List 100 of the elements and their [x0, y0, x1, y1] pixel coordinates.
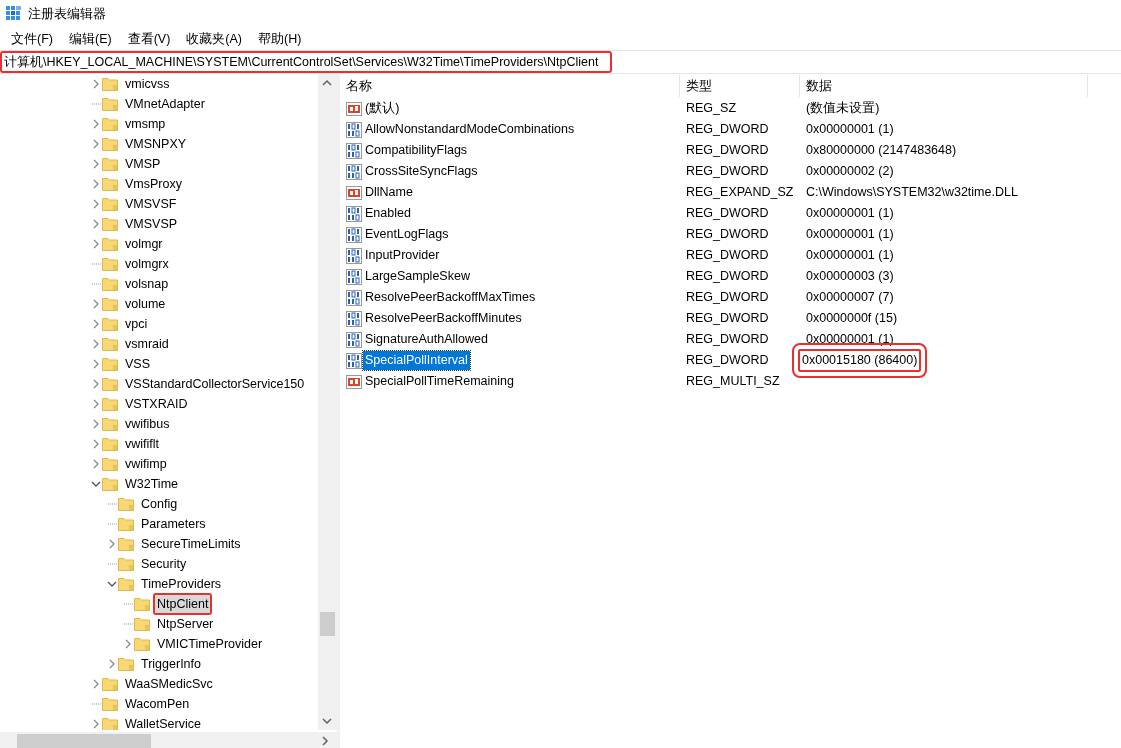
value-data: C:\Windows\SYSTEM32\w32time.DLL	[806, 185, 1018, 200]
value-name[interactable]: SignatureAuthAllowed	[363, 330, 490, 349]
tree-item[interactable]: VMICTimeProvider	[155, 634, 265, 654]
tree-item[interactable]: VMSVSP	[123, 214, 180, 234]
tree-item[interactable]: SecureTimeLimits	[139, 534, 243, 554]
tree-item[interactable]: volmgrx	[123, 254, 171, 274]
value-data: 0x00000007 (7)	[806, 290, 894, 305]
value-type: REG_DWORD	[686, 122, 769, 137]
value-type: REG_DWORD	[686, 143, 769, 158]
menu-item[interactable]: 查看(V)	[122, 29, 176, 49]
value-data: 0x00000003 (3)	[806, 269, 894, 284]
scroll-thumb[interactable]	[17, 734, 151, 748]
menu-item[interactable]: 文件(F)	[6, 29, 58, 49]
column-header[interactable]: 类型	[680, 75, 800, 97]
value-name[interactable]: (默认)	[363, 99, 402, 118]
value-name[interactable]: SpecialPollTimeRemaining	[363, 372, 516, 391]
value-type: REG_DWORD	[686, 290, 769, 305]
value-name[interactable]: LargeSampleSkew	[363, 267, 472, 286]
value-name[interactable]: SpecialPollInterval	[363, 351, 470, 370]
folder-icon	[102, 337, 118, 351]
tree-item[interactable]: TimeProviders	[139, 574, 224, 594]
value-data: 0x00015180 (86400)	[802, 352, 918, 370]
tree-item[interactable]: VSStandardCollectorService150	[123, 374, 307, 394]
value-name[interactable]: DllName	[363, 183, 415, 202]
tree-item[interactable]: VMSNPXY	[123, 134, 189, 154]
tree-item[interactable]: vpci	[123, 314, 150, 334]
folder-icon	[102, 317, 118, 331]
tree-item[interactable]: TriggerInfo	[139, 654, 203, 674]
tree-item[interactable]: vsmraid	[123, 334, 171, 354]
value-name[interactable]: CrossSiteSyncFlags	[363, 162, 480, 181]
folder-icon	[134, 617, 150, 631]
scroll-right-icon[interactable]	[320, 736, 330, 746]
value-name[interactable]: Enabled	[363, 204, 413, 223]
tree-item[interactable]: vwifibus	[123, 414, 172, 434]
tree-item[interactable]: volume	[123, 294, 168, 314]
folder-icon	[102, 117, 118, 131]
value-name[interactable]: ResolvePeerBackoffMaxTimes	[363, 288, 538, 307]
tree-item[interactable]: VMnetAdapter	[123, 94, 207, 114]
value-type: REG_MULTI_SZ	[686, 374, 780, 389]
menu-item[interactable]: 编辑(E)	[63, 29, 117, 49]
tree-item[interactable]: VMSP	[123, 154, 163, 174]
tree-item[interactable]: WacomPen	[123, 694, 192, 714]
folder-icon	[102, 177, 118, 191]
tree-item[interactable]: volmgr	[123, 234, 165, 254]
tree-item[interactable]: VSS	[123, 354, 152, 374]
tree-item[interactable]: WalletService	[123, 714, 203, 730]
address-field[interactable]: 计算机\HKEY_LOCAL_MACHINE\SYSTEM\CurrentControlSet\Services\W32Time\TimeProviders\NtpClient	[0, 51, 612, 73]
vertical-scrollbar[interactable]	[318, 74, 337, 730]
tree-item[interactable]: W32Time	[123, 474, 180, 494]
value-data: 0x80000000 (2147483648)	[806, 143, 957, 158]
folder-icon	[102, 377, 118, 391]
folder-icon	[102, 677, 118, 691]
tree-item[interactable]: Parameters	[139, 514, 208, 534]
tree-item[interactable]: VMSVSF	[123, 194, 179, 214]
folder-icon	[102, 297, 118, 311]
window-title: 注册表编辑器	[28, 5, 107, 24]
tree-item[interactable]: Config	[139, 494, 180, 514]
tree-item[interactable]: vwifimp	[123, 454, 169, 474]
folder-icon	[134, 597, 150, 611]
menu-item[interactable]: 帮助(H)	[253, 29, 307, 49]
tree-item[interactable]: VmsProxy	[123, 174, 184, 194]
horizontal-scrollbar[interactable]	[0, 732, 337, 748]
value-name[interactable]: InputProvider	[363, 246, 442, 265]
value-data: 0x00000001 (1)	[806, 227, 894, 242]
tree-item[interactable]: vwififlt	[123, 434, 162, 454]
menu-item[interactable]: 收藏夹(A)	[181, 29, 247, 49]
value-data: 0x00000001 (1)	[806, 206, 894, 221]
value-type: REG_SZ	[686, 101, 736, 116]
tree-item[interactable]: volsnap	[123, 274, 171, 294]
value-data: 0x00000001 (1)	[806, 122, 894, 137]
tree-item[interactable]: NtpServer	[155, 614, 216, 634]
folder-icon	[102, 357, 118, 371]
folder-icon	[102, 457, 118, 471]
tree-item[interactable]: vmsmp	[123, 114, 168, 134]
tree-item[interactable]: WaaSMedicSvc	[123, 674, 215, 694]
registry-editor-icon	[6, 6, 22, 22]
value-name[interactable]: EventLogFlags	[363, 225, 451, 244]
folder-icon	[118, 497, 134, 511]
folder-icon	[102, 717, 118, 730]
column-header[interactable]: 数据	[800, 75, 1088, 97]
value-data: 0x0000000f (15)	[806, 311, 898, 326]
column-header[interactable]: 名称	[340, 75, 680, 97]
tree-item[interactable]: VSTXRAID	[123, 394, 190, 414]
value-name[interactable]: CompatibilityFlags	[363, 141, 470, 160]
scroll-up-icon[interactable]	[322, 78, 332, 88]
folder-icon	[102, 397, 118, 411]
tree-item[interactable]: NtpClient	[155, 594, 211, 614]
tree-item[interactable]: vmicvss	[123, 74, 172, 94]
folder-icon	[102, 197, 118, 211]
scroll-down-icon[interactable]	[322, 716, 332, 726]
folder-icon	[102, 137, 118, 151]
folder-icon	[118, 577, 134, 591]
folder-icon	[102, 277, 118, 291]
value-type: REG_DWORD	[686, 206, 769, 221]
value-name[interactable]: AllowNonstandardModeCombinations	[363, 120, 577, 139]
folder-icon	[102, 97, 118, 111]
scroll-thumb[interactable]	[320, 612, 335, 636]
value-name[interactable]: ResolvePeerBackoffMinutes	[363, 309, 524, 328]
folder-icon	[102, 217, 118, 231]
tree-item[interactable]: Security	[139, 554, 189, 574]
